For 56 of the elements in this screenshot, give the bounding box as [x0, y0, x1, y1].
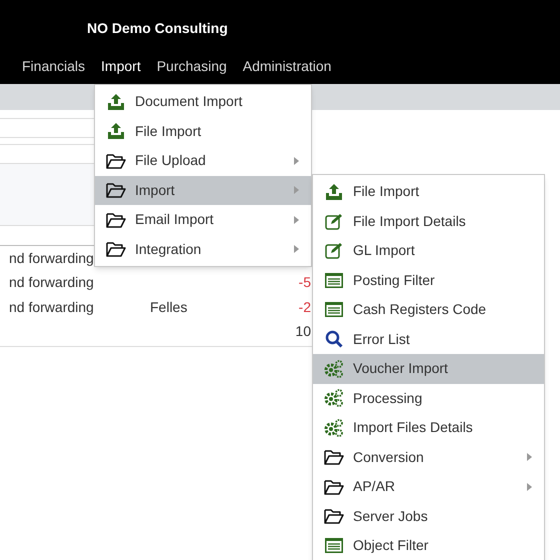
- submenu-arrow-icon: [527, 482, 532, 491]
- submenu-arrow-icon: [294, 245, 299, 254]
- menu-item[interactable]: Error List: [313, 324, 544, 354]
- menu-item[interactable]: Integration: [95, 234, 311, 264]
- menu-item[interactable]: Email Import: [95, 205, 311, 234]
- menu-item[interactable]: Posting Filter: [313, 266, 544, 295]
- gears-icon: [324, 360, 344, 378]
- submenu-arrow-icon: [527, 453, 532, 462]
- table-cell: nd forwarding: [9, 274, 94, 290]
- upload-icon: [325, 184, 343, 200]
- menu-item[interactable]: Document Import: [95, 87, 311, 116]
- menu-item[interactable]: Conversion: [313, 442, 544, 472]
- list-icon: [325, 538, 343, 554]
- folder-icon: [106, 212, 126, 228]
- table-cell: -2: [298, 298, 311, 315]
- menu-item[interactable]: File Upload: [95, 146, 311, 176]
- folder-icon: [324, 508, 344, 524]
- menu-item[interactable]: GL Import: [313, 236, 544, 266]
- list-icon: [325, 272, 343, 288]
- gears-icon: [324, 389, 344, 408]
- submenu-arrow-icon: [294, 156, 299, 165]
- search-icon: [325, 330, 343, 348]
- table-cell: 10: [295, 323, 311, 340]
- list-icon: [325, 302, 343, 318]
- menu-item[interactable]: AP/AR: [313, 472, 544, 502]
- menu-item[interactable]: File Import: [95, 116, 311, 146]
- menu-item[interactable]: Cash Registers Code: [313, 295, 544, 324]
- edit-icon: [325, 212, 343, 230]
- menu-item[interactable]: Import Files Details: [313, 413, 544, 442]
- menu-item[interactable]: Server Jobs: [313, 502, 544, 531]
- menu-item[interactable]: File Import Details: [313, 206, 544, 236]
- menu-bar-item[interactable]: Import: [101, 56, 141, 77]
- submenu-arrow-icon: [294, 186, 299, 194]
- menu-item[interactable]: Object Filter: [313, 531, 544, 560]
- submenu-arrow-icon: [294, 216, 299, 224]
- folder-icon: [324, 449, 344, 466]
- edit-icon: [325, 242, 343, 260]
- menu-bar-item[interactable]: Financials: [22, 56, 86, 77]
- menu-item[interactable]: File Import: [313, 177, 544, 206]
- menu-bar-item[interactable]: Purchasing: [156, 56, 227, 77]
- folder-icon: [106, 241, 126, 258]
- gears-icon: [324, 418, 344, 437]
- table-cell: -5: [298, 274, 311, 290]
- folder-icon: [324, 478, 344, 495]
- menu-item[interactable]: Voucher Import: [313, 354, 544, 384]
- upload-icon: [107, 123, 125, 140]
- table-cell: Felles: [150, 298, 188, 315]
- upload-icon: [107, 94, 125, 110]
- folder-icon: [106, 182, 126, 198]
- table-cell: nd forwarding: [9, 298, 94, 315]
- menu-item[interactable]: Processing: [313, 384, 544, 413]
- menu-item[interactable]: Import: [95, 176, 311, 205]
- menu-bar-item[interactable]: Administration: [242, 56, 332, 77]
- folder-icon: [106, 152, 126, 169]
- table-cell: nd forwarding: [9, 250, 94, 266]
- company-title: NO Demo Consulting: [87, 18, 228, 38]
